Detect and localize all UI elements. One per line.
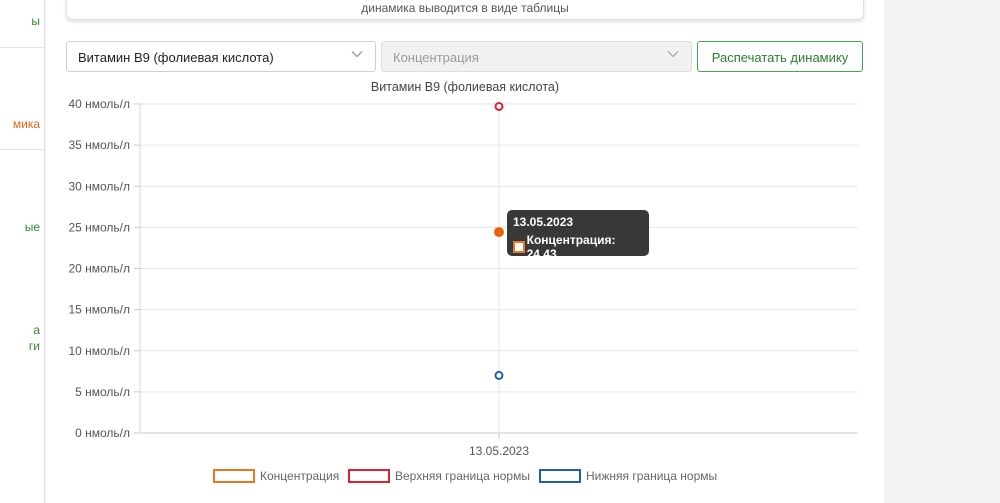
point-upper-norm [494,101,504,111]
tooltip-date: 13.05.2023 [513,215,574,229]
legend-swatch [213,469,255,483]
sidebar-divider [0,149,44,150]
y-tick-label: 30 нмоль/л [68,179,130,193]
legend-item-upper-norm[interactable]: Верхняя граница нормы [348,469,530,483]
chart-tooltip: 13.05.2023 Концентрация: 24,43 [507,210,649,261]
legend-label: Верхняя граница нормы [395,469,530,483]
y-tick-label: 20 нмоль/л [68,262,130,276]
y-tick-label: 35 нмоль/л [68,138,130,152]
legend-item-concentration[interactable]: Концентрация [213,469,339,483]
x-tick-label: 13.05.2023 [469,444,529,458]
tooltip-swatch [513,241,525,253]
chart-legend: Концентрация Верхняя граница нормы Нижня… [46,469,884,487]
legend-label: Концентрация [260,469,340,483]
y-tick-label: 25 нмоль/л [68,220,130,234]
y-tick-label: 15 нмоль/л [68,303,130,317]
legend-swatch [348,469,390,483]
sidebar-divider [0,47,44,48]
sidebar-item-3[interactable]: а [33,323,40,337]
sidebar-item-1[interactable]: мика [13,117,40,131]
sidebar-item-4[interactable]: ги [29,339,40,353]
y-tick-label: 5 нмоль/л [75,385,130,399]
right-gutter [884,0,1000,503]
point-concentration [494,227,504,238]
legend-item-lower-norm[interactable]: Нижняя граница нормы [539,469,717,483]
left-sidebar: ы мика ые а ги [0,0,45,503]
legend-swatch [539,469,581,483]
point-lower-norm [494,370,504,380]
legend-label: Нижняя граница нормы [586,469,718,483]
y-tick-label: 10 нмоль/л [68,344,130,358]
sidebar-item-2[interactable]: ые [25,220,40,234]
chart-canvas: 40 нмоль/л 35 нмоль/л 30 нмоль/л 25 нмоль/л… [68,97,858,458]
y-tick-label: 40 нмоль/л [68,97,130,111]
tooltip-value: Концентрация: 24,43 [526,233,616,261]
main-panel: динамика выводится в виде таблицы Витами… [46,0,884,503]
y-tick-label: 0 нмоль/л [75,426,130,440]
sidebar-item-0[interactable]: ы [31,14,40,28]
